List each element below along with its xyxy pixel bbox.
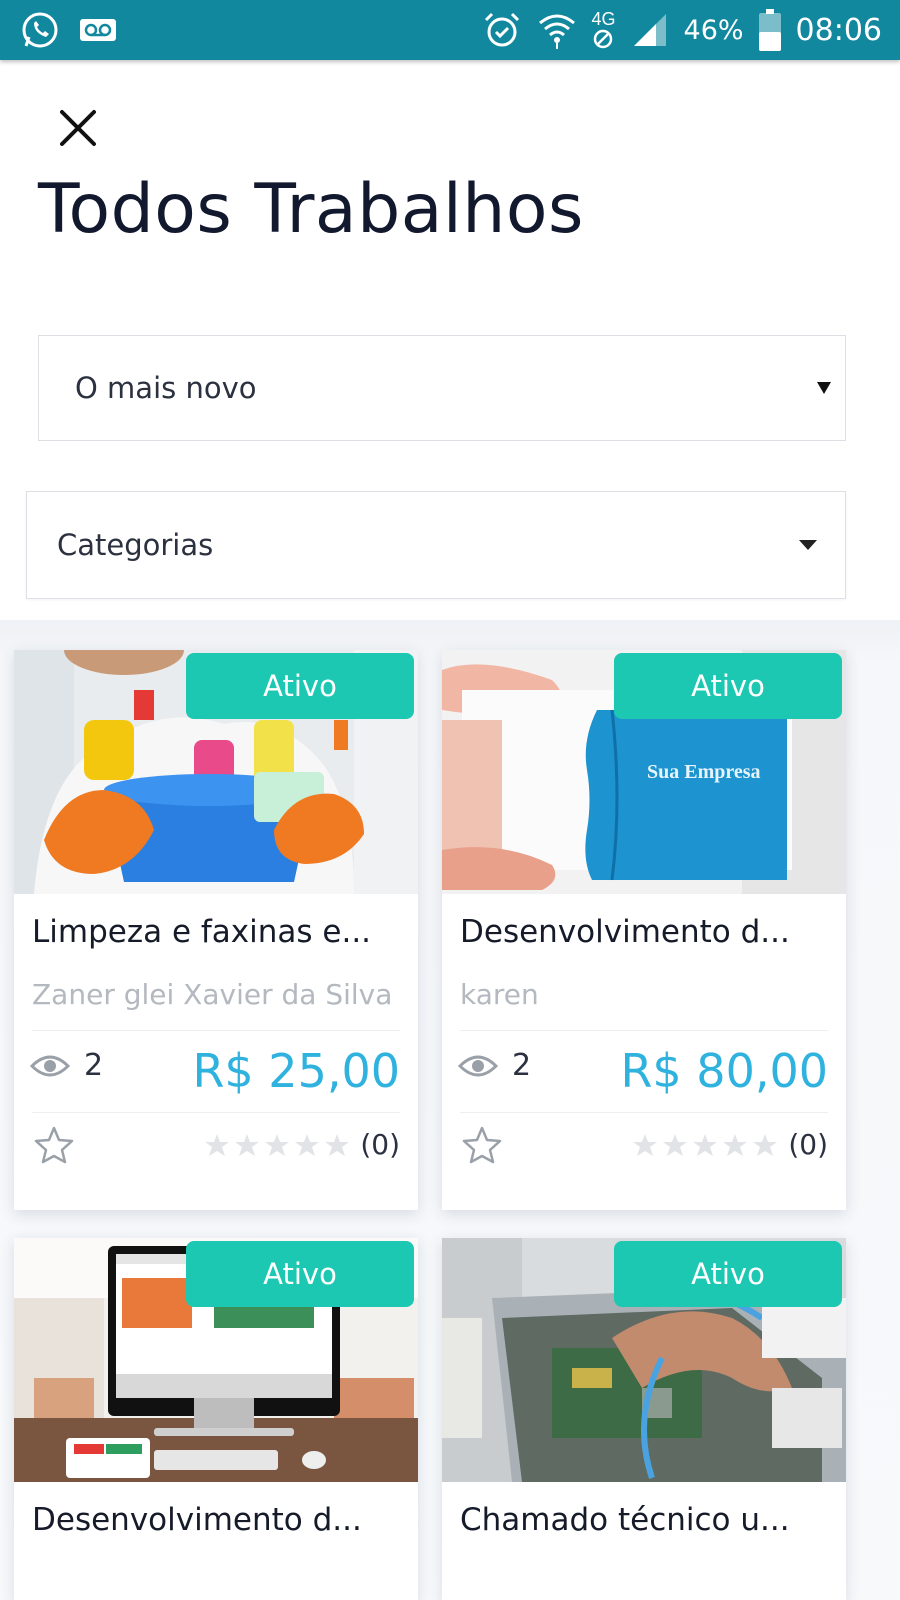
- sort-select[interactable]: O mais novo: [38, 335, 846, 441]
- star-icon: [663, 1133, 688, 1156]
- rating: (0): [204, 1128, 400, 1161]
- view-count: 2: [458, 1048, 531, 1083]
- job-author[interactable]: karen: [460, 978, 830, 1011]
- star-icon: [753, 1133, 778, 1156]
- whatsapp-icon: [20, 10, 60, 50]
- sort-select-value: O mais novo: [75, 371, 257, 405]
- star-icon: [693, 1133, 718, 1156]
- star-icon: [633, 1133, 658, 1156]
- alarm-icon: [482, 10, 522, 50]
- job-price: R$ 80,00: [620, 1044, 828, 1098]
- rating: (0): [632, 1128, 828, 1161]
- chevron-down-icon: [799, 540, 817, 550]
- clock: 08:06: [795, 12, 882, 48]
- views-count: 2: [512, 1048, 532, 1083]
- star-icon: [325, 1133, 350, 1156]
- divider: [32, 1030, 400, 1031]
- job-author[interactable]: Zaner glei Xavier da Silva: [32, 978, 402, 1011]
- close-button[interactable]: [54, 104, 102, 152]
- voicemail-icon: [78, 10, 118, 50]
- views-count: 2: [84, 1048, 104, 1083]
- close-icon: [60, 110, 96, 146]
- star-outline-icon: [462, 1126, 502, 1164]
- view-count: 2: [30, 1048, 103, 1083]
- signal-icon: [630, 10, 670, 50]
- job-card[interactable]: Ativo Chamado técnico u...: [442, 1238, 846, 1600]
- favorite-button[interactable]: [462, 1126, 502, 1164]
- status-badge: Ativo: [186, 1241, 414, 1307]
- wifi-icon: [536, 9, 578, 51]
- job-title[interactable]: Chamado técnico u...: [460, 1502, 830, 1538]
- status-badge: Ativo: [614, 653, 842, 719]
- network-type-label: 4G: [591, 9, 616, 29]
- status-bar: 4G 46% 08:06: [0, 0, 900, 60]
- data-saver-icon: [593, 29, 612, 49]
- star-icon: [265, 1133, 290, 1156]
- category-select[interactable]: Categorias: [26, 491, 846, 599]
- job-title[interactable]: Desenvolvimento d...: [460, 914, 830, 950]
- battery-percent: 46%: [683, 14, 744, 46]
- job-card[interactable]: Ativo Limpeza e faxinas e... Zaner glei …: [14, 650, 418, 1210]
- business-card-text: Sua Empresa: [647, 761, 761, 783]
- category-select-value: Categorias: [57, 528, 214, 562]
- rating-count: (0): [360, 1128, 400, 1161]
- dropdown-arrow-icon: [817, 382, 831, 394]
- rating-count: (0): [788, 1128, 828, 1161]
- star-icon: [235, 1133, 260, 1156]
- job-title[interactable]: Limpeza e faxinas e...: [32, 914, 402, 950]
- status-badge: Ativo: [614, 1241, 842, 1307]
- job-title[interactable]: Desenvolvimento d...: [32, 1502, 402, 1538]
- divider: [460, 1030, 828, 1031]
- job-price: R$ 25,00: [192, 1044, 400, 1098]
- battery-icon: [758, 8, 782, 52]
- network-type: 4G: [592, 10, 616, 50]
- star-outline-icon: [34, 1126, 74, 1164]
- divider: [32, 1112, 400, 1113]
- job-card[interactable]: Sua Empresa Ativo Desenvolvimento d... k…: [442, 650, 846, 1210]
- favorite-button[interactable]: [34, 1126, 74, 1164]
- eye-icon: [458, 1055, 498, 1076]
- star-icon: [295, 1133, 320, 1156]
- divider: [460, 1112, 828, 1113]
- star-icon: [205, 1133, 230, 1156]
- star-icon: [723, 1133, 748, 1156]
- job-card[interactable]: Ativo Desenvolvimento d...: [14, 1238, 418, 1600]
- page-title: Todos Trabalhos: [38, 170, 584, 249]
- eye-icon: [30, 1055, 70, 1076]
- status-badge: Ativo: [186, 653, 414, 719]
